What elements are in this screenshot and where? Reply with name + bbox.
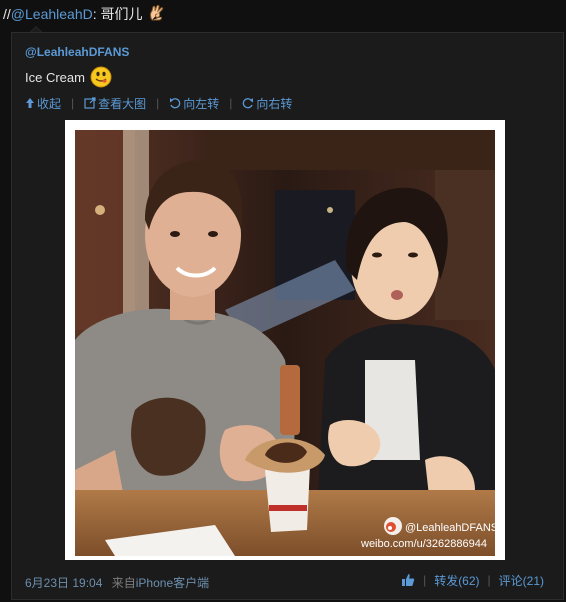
- toolbar-separator: |: [229, 96, 233, 110]
- toolbar-separator: |: [71, 96, 75, 110]
- original-text: Ice Cream: [25, 66, 112, 88]
- rotate-left-icon: [170, 98, 181, 109]
- rotate-left-button[interactable]: 向左转: [169, 95, 219, 112]
- comment-button[interactable]: 评论(21): [499, 572, 544, 589]
- collapse-label: 收起: [37, 96, 62, 111]
- repost-arrow-inner: [31, 27, 41, 32]
- collapse-button[interactable]: 收起: [25, 95, 61, 112]
- view-large-button[interactable]: 查看大图: [84, 95, 146, 112]
- post-prefix: //: [3, 6, 11, 22]
- like-thumbs-up-icon[interactable]: [401, 573, 415, 587]
- rotate-right-label: 向右转: [256, 96, 293, 111]
- action-separator: |: [423, 573, 427, 587]
- original-text-label: Ice Cream: [25, 70, 85, 85]
- post-actions: | 转发(62) | 评论(21): [401, 572, 544, 588]
- repost-button[interactable]: 转发(62): [434, 572, 479, 589]
- watermark-url: weibo.com/u/3262886944: [360, 538, 487, 550]
- post-body: : 哥们儿: [92, 6, 143, 22]
- via-label: 来自iPhone客户端: [112, 576, 209, 590]
- yummy-face-emoji-icon: [90, 66, 112, 88]
- via-prefix: 来自: [111, 576, 136, 590]
- ok-hand-emoji-icon: [150, 4, 164, 21]
- rotate-right-icon: [243, 98, 254, 109]
- external-view-icon: [84, 97, 96, 109]
- image-toolbar: 收起 | 查看大图 | 向左转 | 向右转: [25, 95, 292, 111]
- original-author-link[interactable]: @LeahleahDFANS: [25, 45, 129, 59]
- rotate-left-label: 向左转: [183, 96, 220, 111]
- post-date-link[interactable]: 6月23日 19:04: [25, 576, 102, 590]
- post-text: //@LeahleahD: 哥们儿: [3, 4, 166, 24]
- photo-frame[interactable]: @LeahleahDFANS weibo.com/u/3262886944: [65, 120, 505, 560]
- collapse-up-arrow-icon: [26, 98, 34, 108]
- post-meta: 6月23日 19:04 来自iPhone客户端: [25, 574, 209, 591]
- rotate-right-button[interactable]: 向右转: [242, 95, 292, 112]
- via-source-link[interactable]: iPhone客户端: [136, 576, 209, 590]
- toolbar-separator: |: [156, 96, 160, 110]
- action-separator: |: [487, 573, 491, 587]
- mention-link[interactable]: @LeahleahD: [11, 6, 93, 22]
- post-photo[interactable]: @LeahleahDFANS weibo.com/u/3262886944: [75, 130, 495, 556]
- watermark-handle: @LeahleahDFANS: [405, 522, 495, 534]
- view-large-label: 查看大图: [98, 96, 147, 111]
